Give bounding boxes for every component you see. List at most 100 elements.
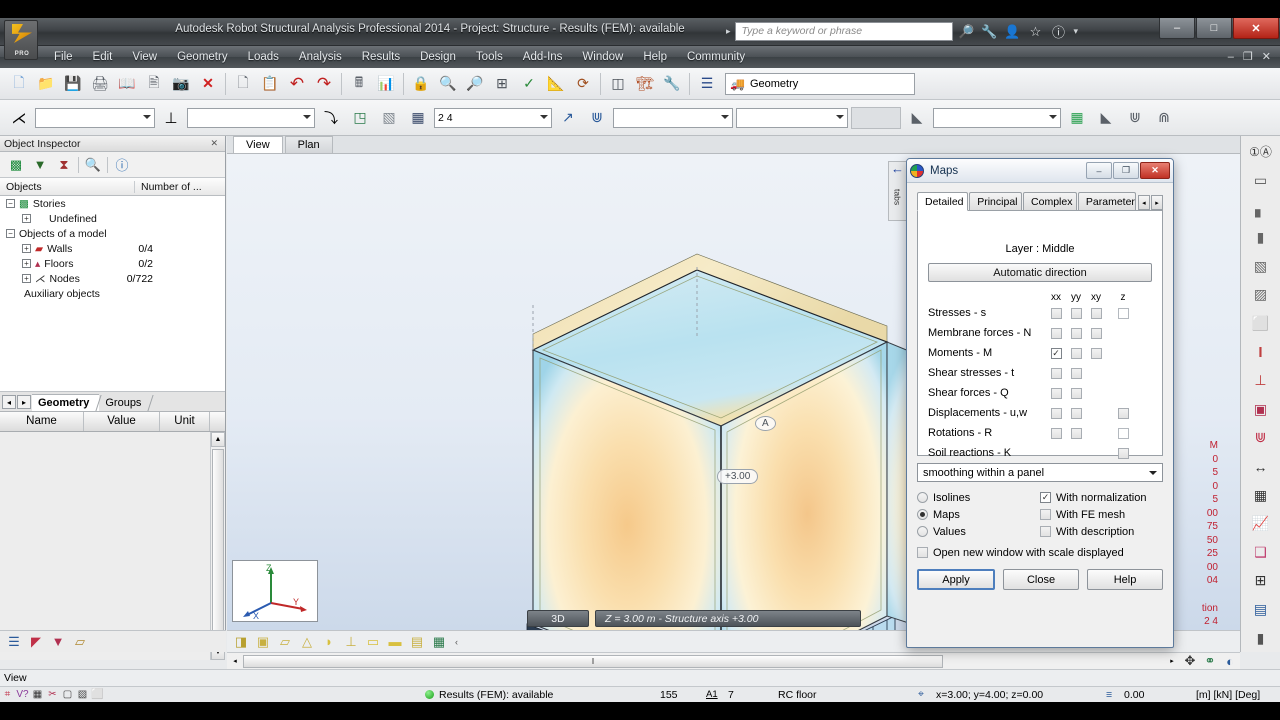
checkbox-soil-reactions-z[interactable] — [1117, 447, 1129, 459]
stories-icon[interactable]: ▩ — [6, 155, 26, 175]
checkbox-displacements-yy[interactable] — [1070, 407, 1082, 419]
axis-orientation-widget[interactable]: Z Y X — [232, 560, 318, 622]
calculator-icon[interactable]: 🖩 — [346, 71, 372, 97]
checkbox-membrane-xy[interactable] — [1090, 327, 1102, 339]
close-icon[interactable]: ✕ — [207, 138, 221, 149]
box-view-2-icon[interactable]: ▧ — [75, 688, 90, 701]
scroll-up-icon[interactable]: ▲ — [211, 432, 225, 447]
filter-marker-icon[interactable]: ▼ — [48, 632, 68, 652]
checkbox-membrane-xx[interactable] — [1050, 327, 1062, 339]
expander-icon[interactable]: − — [6, 199, 15, 208]
rotate-view-icon[interactable]: ⟳ — [570, 71, 596, 97]
box-view-3-icon[interactable]: ⬜ — [90, 688, 105, 701]
checkbox-membrane-yy[interactable] — [1070, 327, 1082, 339]
reaction-icon[interactable]: ⋓ — [584, 105, 610, 131]
checkbox-shear-forces-xx[interactable] — [1050, 387, 1062, 399]
map-icon[interactable]: ▦ — [1064, 105, 1090, 131]
checkbox-stresses-yy[interactable] — [1070, 307, 1082, 319]
layout-icon[interactable]: ☰ — [4, 632, 24, 652]
case-icon[interactable]: ▦ — [405, 105, 431, 131]
node-select-icon[interactable]: ⋌ — [6, 105, 32, 131]
star-icon[interactable]: ☆ — [1025, 22, 1045, 42]
radio-maps[interactable] — [917, 509, 928, 520]
checkbox-with-description[interactable] — [1040, 526, 1051, 537]
column-icon[interactable]: ▖ — [1246, 195, 1276, 223]
support-combo[interactable] — [187, 107, 315, 128]
mesh-grid-icon[interactable]: ⊞ — [1246, 567, 1276, 595]
node-number-icon[interactable]: ①Ⓐ — [1246, 138, 1276, 166]
chevron-down-icon[interactable] — [721, 114, 729, 119]
infocenter-expand-icon[interactable]: ▸ — [724, 26, 733, 37]
slab-solid-icon[interactable]: ▮ — [1246, 224, 1276, 252]
support-select-icon[interactable]: ⊥ — [158, 105, 184, 131]
support-symbol-icon[interactable]: ⋓ — [1246, 424, 1276, 452]
signin-icon[interactable]: 👤 — [1002, 22, 1022, 42]
radio-values-row[interactable]: Values — [917, 523, 1040, 540]
save-icon[interactable]: 💾 — [60, 71, 86, 97]
menu-item-edit[interactable]: Edit — [83, 48, 123, 66]
checkbox-normalization-row[interactable]: ✓ With normalization — [1040, 489, 1163, 506]
view-3d-icon[interactable]: 📐 — [543, 71, 569, 97]
render-icon[interactable]: 🏗 — [632, 71, 658, 97]
checkbox-moments-xx[interactable]: ✓ — [1050, 347, 1062, 359]
radio-maps-row[interactable]: Maps — [917, 506, 1040, 523]
group-icon[interactable]: ❑ — [1246, 539, 1276, 567]
extrude-icon[interactable]: ▮ — [1246, 624, 1276, 652]
bar-icon[interactable]: ▭ — [1246, 167, 1276, 195]
projection-icon[interactable]: ✓ — [516, 71, 542, 97]
radio-isolines[interactable] — [917, 492, 928, 503]
tree-item-objects-of-model[interactable]: − Objects of a model — [0, 226, 225, 241]
node-combo[interactable] — [35, 107, 155, 128]
view-link-icon[interactable]: ⚭ — [1200, 651, 1220, 671]
checkbox-moments-xy[interactable] — [1090, 347, 1102, 359]
menu-item-help[interactable]: Help — [633, 48, 677, 66]
level-view-icon[interactable]: ▤ — [407, 632, 427, 652]
filter-icon[interactable]: ▼ — [30, 155, 50, 175]
material-icon[interactable]: ▣ — [1246, 395, 1276, 423]
maps-dialog[interactable]: Maps – ❐ ✕ Detailed Principal Complex Pa… — [906, 158, 1174, 648]
help-button[interactable]: Help — [1087, 569, 1163, 590]
expander-icon[interactable]: + — [22, 259, 31, 268]
menu-item-file[interactable]: File — [44, 48, 83, 66]
checkbox-rotations-z[interactable] — [1117, 427, 1129, 439]
close-button[interactable]: Close — [1003, 569, 1079, 590]
undo-icon[interactable]: ↶ — [284, 71, 310, 97]
expander-icon[interactable]: + — [22, 244, 31, 253]
tree-item-nodes[interactable]: + ⋌ Nodes 0/722 — [0, 271, 225, 286]
checkbox-open-new-window-row[interactable]: Open new window with scale displayed — [917, 544, 1163, 561]
zoom-out-icon[interactable]: 🔍 — [435, 71, 461, 97]
moment-icon[interactable]: ◣ — [904, 105, 930, 131]
menu-item-results[interactable]: Results — [352, 48, 410, 66]
apply-button[interactable]: Apply — [917, 569, 995, 590]
slab-view-icon[interactable]: ▱ — [275, 632, 295, 652]
properties-body[interactable]: ▲ ▼ — [0, 432, 225, 660]
smoothing-select[interactable]: smoothing within a panel — [917, 463, 1163, 482]
scroll-right-icon[interactable]: ▸ — [1164, 654, 1180, 668]
menu-item-analysis[interactable]: Analysis — [289, 48, 352, 66]
tab-geometry[interactable]: Geometry — [32, 394, 102, 411]
grid-up-icon[interactable]: ⋒ — [1151, 105, 1177, 131]
tab-scroll-next-icon[interactable]: ▸ — [1150, 195, 1163, 210]
dimension-icon[interactable]: ↔ — [1246, 453, 1276, 481]
checkbox-shear-stresses-xx[interactable] — [1050, 367, 1062, 379]
frame-icon[interactable]: ◳ — [347, 105, 373, 131]
chevron-down-icon[interactable] — [1049, 114, 1057, 119]
pan-icon[interactable]: ✥ — [1180, 651, 1200, 671]
menu-item-tools[interactable]: Tools — [466, 48, 513, 66]
checkbox-displacements-xx[interactable] — [1050, 407, 1062, 419]
copy-icon[interactable]: 🗋 — [230, 71, 256, 97]
checkbox-open-new-window[interactable] — [917, 547, 928, 558]
minimize-button[interactable]: – — [1159, 18, 1195, 39]
tree-item-floors[interactable]: + ▴ Floors 0/2 — [0, 256, 225, 271]
lock-icon[interactable]: 🔒 — [408, 71, 434, 97]
mesh-toggle-icon[interactable]: ▦ — [30, 688, 45, 701]
chevron-down-icon[interactable] — [303, 114, 311, 119]
diagram-icon[interactable]: ↗ — [555, 105, 581, 131]
status-3d-badge[interactable]: 3D — [527, 610, 589, 627]
table-grid-icon[interactable]: ▦ — [1246, 481, 1276, 509]
solid-icon[interactable]: ⬜ — [1246, 310, 1276, 338]
search-input[interactable]: Type a keyword or phrase — [735, 22, 954, 41]
help-icon[interactable]: ⓘ — [1048, 22, 1068, 42]
structure-view-icon[interactable]: ▣ — [253, 632, 273, 652]
tab-next-icon[interactable]: ▸ — [17, 395, 31, 409]
